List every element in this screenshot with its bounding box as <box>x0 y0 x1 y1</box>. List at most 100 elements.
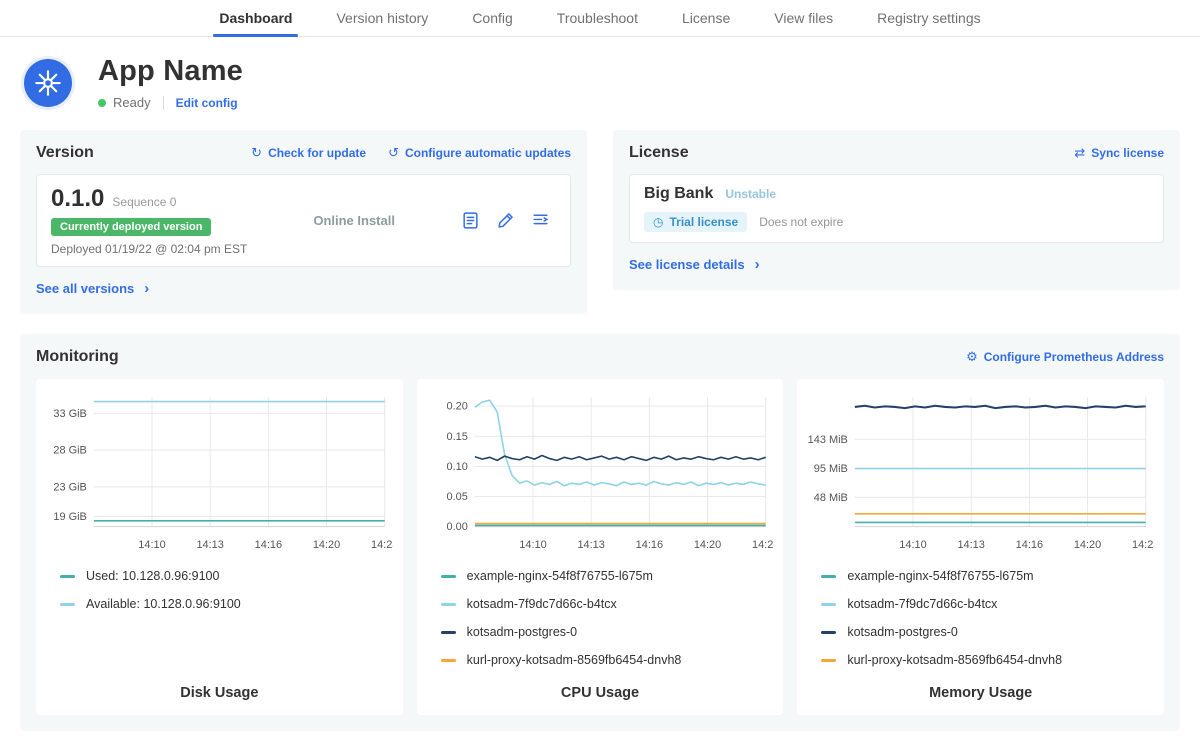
trial-license-badge: ◷ Trial license <box>644 212 747 232</box>
svg-text:14:23: 14:23 <box>752 539 774 551</box>
legend-item: example-nginx-54f8f76755-l675m <box>441 569 774 583</box>
version-number: 0.1.0 <box>51 185 104 213</box>
disk-usage-chart-card: 19 GiB23 GiB28 GiB33 GiB14:1014:1314:161… <box>36 379 403 715</box>
status-dot-icon <box>98 99 106 107</box>
monitoring-title: Monitoring <box>36 348 119 366</box>
legend-dash-icon <box>60 603 75 606</box>
version-action-icons <box>461 211 556 230</box>
svg-text:33 GiB: 33 GiB <box>53 408 86 420</box>
monitoring-section: Monitoring ⚙ Configure Prometheus Addres… <box>20 334 1180 731</box>
legend-label: example-nginx-54f8f76755-l675m <box>467 569 653 583</box>
svg-text:28 GiB: 28 GiB <box>53 445 86 457</box>
svg-text:14:13: 14:13 <box>577 539 604 551</box>
clock-icon: ◷ <box>653 215 663 229</box>
legend-label: kotsadm-postgres-0 <box>847 625 957 639</box>
legend-item: Used: 10.128.0.96:9100 <box>60 569 393 583</box>
legend-label: kotsadm-7f9dc7d66c-b4tcx <box>467 597 617 611</box>
sync-license-link[interactable]: ⇄ Sync license <box>1074 145 1164 161</box>
disk-usage-chart: 19 GiB23 GiB28 GiB33 GiB14:1014:1314:161… <box>46 387 393 557</box>
svg-text:19 GiB: 19 GiB <box>53 511 86 523</box>
svg-text:14:23: 14:23 <box>371 539 393 551</box>
sequence-label: Sequence 0 <box>112 195 176 209</box>
legend-item: kotsadm-7f9dc7d66c-b4tcx <box>441 597 774 611</box>
see-all-versions-link[interactable]: See all versions › <box>36 281 149 296</box>
expiration-text: Does not expire <box>759 215 843 229</box>
see-license-details-link[interactable]: See license details › <box>629 257 760 272</box>
legend-label: kotsadm-7f9dc7d66c-b4tcx <box>847 597 997 611</box>
sync-license-label: Sync license <box>1091 146 1164 160</box>
tab-config[interactable]: Config <box>450 0 534 36</box>
version-card: Version ↻ Check for update ↺ Configure a… <box>20 130 587 314</box>
title-block: App Name Ready Edit config <box>98 55 243 110</box>
status-row: Ready Edit config <box>98 95 243 110</box>
legend-dash-icon <box>821 659 836 662</box>
deploy-logs-icon[interactable] <box>531 211 550 230</box>
legend-item: kurl-proxy-kotsadm-8569fb6454-dnvh8 <box>441 653 774 667</box>
configure-prometheus-link[interactable]: ⚙ Configure Prometheus Address <box>966 349 1164 365</box>
svg-text:14:20: 14:20 <box>313 539 340 551</box>
edit-config-label: Edit config <box>176 96 238 110</box>
chevron-right-icon: › <box>755 257 760 272</box>
svg-text:23 GiB: 23 GiB <box>53 481 86 493</box>
tab-dashboard[interactable]: Dashboard <box>197 0 314 36</box>
memory-usage-legend: example-nginx-54f8f76755-l675m kotsadm-7f… <box>821 569 1154 667</box>
release-notes-icon[interactable] <box>461 211 480 230</box>
version-card-header: Version ↻ Check for update ↺ Configure a… <box>36 144 571 162</box>
auto-update-icon: ↺ <box>388 145 399 161</box>
edit-config-icon[interactable] <box>496 211 515 230</box>
legend-label: kotsadm-postgres-0 <box>467 625 577 639</box>
monitoring-header: Monitoring ⚙ Configure Prometheus Addres… <box>36 348 1164 366</box>
check-for-update-label: Check for update <box>268 146 366 160</box>
legend-dash-icon <box>60 575 75 578</box>
svg-text:48 MiB: 48 MiB <box>814 492 848 504</box>
refresh-icon: ↻ <box>251 145 262 161</box>
tab-troubleshoot[interactable]: Troubleshoot <box>535 0 660 36</box>
memory-usage-chart-card: 48 MiB95 MiB143 MiB14:1014:1314:1614:201… <box>797 379 1164 715</box>
deployed-timestamp: Deployed 01/19/22 @ 02:04 pm EST <box>51 242 247 256</box>
svg-text:14:10: 14:10 <box>519 539 546 551</box>
tab-view-files[interactable]: View files <box>752 0 855 36</box>
tab-registry-settings[interactable]: Registry settings <box>855 0 1002 36</box>
charts-row: 19 GiB 23 GiB 28 GiB 33 GiB 14:10 14:13 14:16 1… <box>36 379 1164 715</box>
license-name-row: Big Bank Unstable <box>644 185 1149 203</box>
legend-item: kotsadm-postgres-0 <box>441 625 774 639</box>
memory-usage-chart: 48 MiB95 MiB143 MiB14:1014:1314:1614:201… <box>807 387 1154 557</box>
svg-text:14:10: 14:10 <box>900 539 927 551</box>
svg-text:143 MiB: 143 MiB <box>808 434 848 446</box>
check-for-update-link[interactable]: ↻ Check for update <box>251 145 366 161</box>
legend-label: example-nginx-54f8f76755-l675m <box>847 569 1033 583</box>
svg-text:14:16: 14:16 <box>255 539 282 551</box>
version-number-row: 0.1.0 Sequence 0 <box>51 185 247 213</box>
legend-item: example-nginx-54f8f76755-l675m <box>821 569 1154 583</box>
license-card-header: License ⇄ Sync license <box>629 144 1164 162</box>
channel-label: Unstable <box>725 187 776 201</box>
chart-title: Memory Usage <box>807 667 1154 701</box>
legend-item: kurl-proxy-kotsadm-8569fb6454-dnvh8 <box>821 653 1154 667</box>
edit-config-link[interactable]: Edit config <box>176 96 238 110</box>
svg-text:14:16: 14:16 <box>1016 539 1043 551</box>
configure-automatic-updates-link[interactable]: ↺ Configure automatic updates <box>388 145 571 161</box>
install-type-label: Online Install <box>247 213 461 228</box>
top-nav: DashboardVersion historyConfigTroublesho… <box>0 0 1200 37</box>
svg-text:14:23: 14:23 <box>1132 539 1154 551</box>
legend-label: kurl-proxy-kotsadm-8569fb6454-dnvh8 <box>467 653 682 667</box>
legend-dash-icon <box>441 659 456 662</box>
svg-text:95 MiB: 95 MiB <box>814 463 848 475</box>
svg-text:14:13: 14:13 <box>196 539 223 551</box>
kubernetes-logo-icon <box>24 59 72 107</box>
legend-label: Used: 10.128.0.96:9100 <box>86 569 219 583</box>
tab-version-history[interactable]: Version history <box>314 0 450 36</box>
legend-item: kotsadm-7f9dc7d66c-b4tcx <box>821 597 1154 611</box>
deployed-badge: Currently deployed version <box>51 218 211 236</box>
license-card: License ⇄ Sync license Big Bank Unstable… <box>613 130 1180 290</box>
license-box: Big Bank Unstable ◷ Trial license Does n… <box>629 174 1164 243</box>
configure-automatic-updates-label: Configure automatic updates <box>405 146 571 160</box>
tab-license[interactable]: License <box>660 0 752 36</box>
divider <box>163 96 164 110</box>
chart-title: Disk Usage <box>46 667 393 701</box>
gear-icon: ⚙ <box>966 349 978 365</box>
legend-label: Available: 10.128.0.96:9100 <box>86 597 241 611</box>
legend-dash-icon <box>441 603 456 606</box>
see-all-versions-label: See all versions <box>36 281 134 296</box>
chevron-right-icon: › <box>144 281 149 296</box>
